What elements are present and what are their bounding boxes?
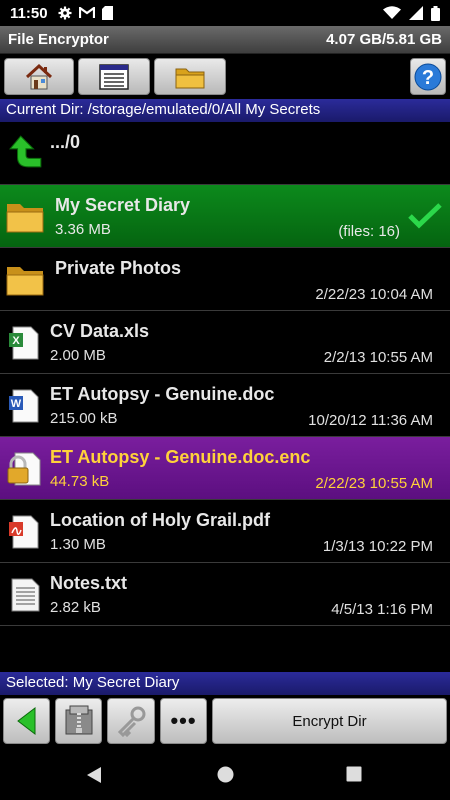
excel-file-icon: X [9,326,39,360]
file-name: CV Data.xls [50,321,150,341]
file-size: 215.00 kB [50,410,118,427]
cell-signal-icon [409,6,423,20]
svg-text:X: X [12,335,20,347]
file-date: 2/22/23 10:55 AM [315,475,433,492]
sd-card-icon [101,6,113,20]
file-name: Location of Holy Grail.pdf [50,510,270,530]
file-date: 2/22/23 10:04 AM [315,286,433,303]
file-date: 1/3/13 10:22 PM [322,538,433,555]
top-toolbar: ? [0,54,450,98]
folder-icon [6,204,44,233]
settings-gear-icon [58,6,72,20]
key-icon [117,706,146,737]
encrypted-file-lock-icon [7,452,41,486]
file-size: 1.30 MB [50,536,106,553]
file-name: ET Autopsy - Genuine.doc.enc [50,447,311,467]
folder-icon [175,68,205,88]
storage-usage: 4.07 GB/5.81 GB [326,31,442,48]
up-arrow-icon [8,135,42,168]
parent-directory-row[interactable]: .../0 [0,122,450,185]
nav-home-icon[interactable] [217,766,234,783]
file-date: 4/5/13 1:16 PM [331,601,433,618]
app-title: File Encryptor [8,31,109,48]
back-arrow-icon [16,706,35,736]
file-size: 2.82 kB [50,599,101,616]
list-item[interactable]: X CV Data.xls 2.00 MB 2/2/13 10:55 AM [0,311,450,374]
list-item[interactable]: Location of Holy Grail.pdf 1.30 MB 1/3/1… [0,500,450,563]
selected-item-bar: Selected: My Secret Diary [0,672,450,695]
text-file-icon [11,578,40,612]
gmail-icon [78,7,95,18]
zip-archive-icon [65,705,92,735]
file-size: 3.36 MB [55,221,111,238]
status-time: 11:50 [10,4,48,22]
file-size: 44.73 kB [50,473,110,490]
checkmark-icon [408,203,442,229]
file-name: Notes.txt [50,573,128,593]
file-date: 2/2/13 10:55 AM [323,349,433,366]
list-item[interactable]: Private Photos 2/22/23 10:04 AM [0,248,450,311]
svg-text:?: ? [422,67,434,89]
help-button[interactable]: ? [410,58,446,95]
system-navigation-bar [0,748,450,800]
file-name: Private Photos [55,258,182,278]
pdf-file-icon [9,515,39,549]
password-key-button[interactable] [107,698,155,744]
parent-directory-label: .../0 [50,132,81,152]
help-icon: ? [414,63,442,90]
encrypt-dir-button[interactable]: Encrypt Dir [212,698,447,744]
wifi-icon [383,6,401,19]
bottom-toolbar: ••• Encrypt Dir [0,695,450,747]
current-directory-bar: Current Dir: /storage/emulated/0/All My … [0,99,450,122]
svg-text:W: W [11,398,22,410]
file-size: 2.00 MB [50,347,106,364]
file-count: (files: 16) [338,223,400,240]
file-date: 10/20/12 11:36 AM [308,412,433,429]
home-button[interactable] [4,58,74,95]
list-item[interactable]: W ET Autopsy - Genuine.doc 215.00 kB 10/… [0,374,450,437]
status-bar: 11:50 [0,0,450,26]
archive-button[interactable] [55,698,102,744]
file-name: ET Autopsy - Genuine.doc [50,384,275,404]
file-name: My Secret Diary [55,195,191,215]
word-file-icon: W [9,389,39,423]
folder-button[interactable] [154,58,226,95]
folder-icon [6,267,44,296]
list-view-icon [99,63,129,90]
battery-icon [431,5,440,21]
more-options-button[interactable]: ••• [160,698,207,744]
list-item[interactable]: My Secret Diary 3.36 MB (files: 16) [0,185,450,248]
nav-back-icon[interactable] [86,766,102,784]
list-item[interactable]: Notes.txt 2.82 kB 4/5/13 1:16 PM [0,563,450,626]
app-title-bar: File Encryptor 4.07 GB/5.81 GB [0,26,450,54]
back-button[interactable] [3,698,50,744]
nav-recents-icon[interactable] [346,766,362,782]
home-icon [25,63,53,89]
list-view-button[interactable] [78,58,150,95]
list-item[interactable]: ET Autopsy - Genuine.doc.enc 44.73 kB 2/… [0,437,450,500]
